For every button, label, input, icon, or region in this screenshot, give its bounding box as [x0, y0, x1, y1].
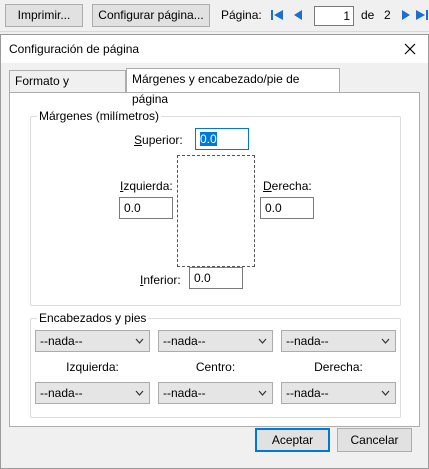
page-number-input[interactable]: 1	[314, 6, 354, 26]
print-button[interactable]: Imprimir...	[5, 4, 83, 27]
margins-group: Márgenes (milímetros) Superior: 0.0 Izqu…	[30, 109, 401, 306]
dialog-titlebar: Configuración de página	[1, 35, 428, 63]
total-pages: 2	[384, 8, 391, 22]
footer-left-select[interactable]: --nada--	[35, 382, 150, 404]
dialog-title: Configuración de página	[9, 42, 140, 56]
tab-format-options[interactable]: Formato y opciones	[9, 70, 126, 108]
chevron-down-icon	[381, 338, 390, 344]
footer-center-select[interactable]: --nada--	[158, 382, 273, 404]
chevron-down-icon	[135, 338, 144, 344]
right-margin-input[interactable]: 0.0	[260, 197, 314, 219]
bottom-margin-input[interactable]: 0.0	[189, 267, 243, 289]
of-label: de	[361, 8, 375, 22]
right-margin-label: Derecha:	[263, 179, 312, 193]
tab-panel: Márgenes (milímetros) Superior: 0.0 Izqu…	[9, 92, 420, 427]
previous-page-icon[interactable]	[291, 7, 305, 23]
header-center-select[interactable]: --nada--	[158, 330, 273, 352]
cancel-button[interactable]: Cancelar	[337, 428, 412, 452]
headers-footers-group: Encabezados y pies --nada-- --nada-- --n…	[30, 311, 401, 418]
center-column-label: Centro:	[195, 360, 236, 374]
chevron-down-icon	[258, 338, 267, 344]
top-margin-input[interactable]: 0.0	[195, 128, 249, 150]
header-right-select[interactable]: --nada--	[281, 330, 396, 352]
page-label: Página:	[221, 8, 262, 22]
page-setup-button[interactable]: Configurar página...	[92, 4, 210, 27]
right-column-label: Derecha:	[314, 360, 363, 374]
footer-right-select[interactable]: --nada--	[281, 382, 396, 404]
chevron-down-icon	[381, 390, 390, 396]
print-preview-toolbar: Imprimir... Configurar página... Página:…	[0, 0, 429, 32]
page-setup-dialog: Configuración de página Formato y opcion…	[0, 34, 429, 469]
headers-footers-legend: Encabezados y pies	[37, 311, 149, 325]
last-page-icon[interactable]	[415, 7, 429, 23]
tab-margins-header-footer[interactable]: Márgenes y encabezado/pie de página	[126, 68, 340, 106]
bottom-margin-label: Inferior:	[140, 273, 181, 287]
next-page-icon[interactable]	[399, 7, 413, 23]
top-margin-label: Superior:	[134, 133, 183, 147]
accept-button[interactable]: Aceptar	[255, 428, 330, 452]
margins-legend: Márgenes (milímetros)	[37, 109, 162, 123]
page-preview	[177, 155, 255, 267]
chevron-down-icon	[258, 390, 267, 396]
left-margin-input[interactable]: 0.0	[119, 197, 173, 219]
left-column-label: Izquierda:	[66, 360, 119, 374]
header-left-select[interactable]: --nada--	[35, 330, 150, 352]
close-icon[interactable]	[402, 41, 418, 57]
chevron-down-icon	[135, 390, 144, 396]
left-margin-label: Izquierda:	[120, 179, 173, 193]
first-page-icon[interactable]	[270, 7, 284, 23]
